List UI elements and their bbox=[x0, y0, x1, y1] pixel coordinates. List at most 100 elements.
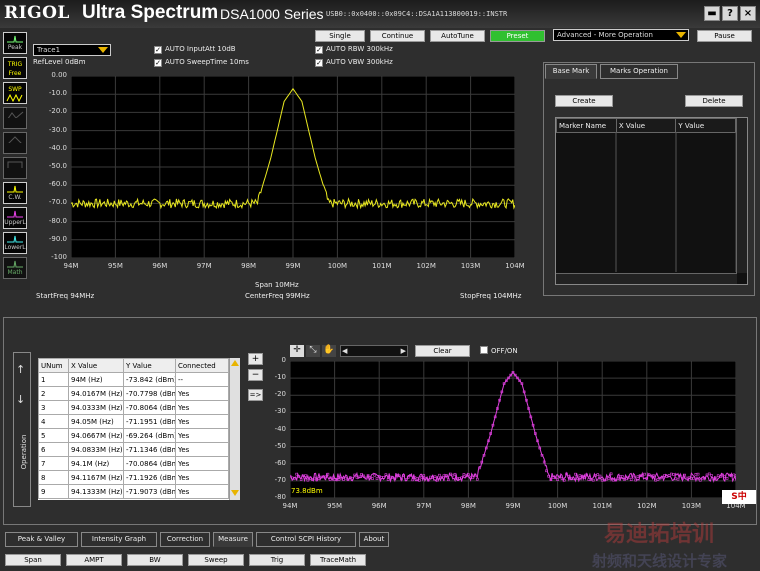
help-button[interactable]: ? bbox=[722, 6, 738, 21]
table-cell[interactable]: 94M (Hz) bbox=[68, 372, 124, 387]
table-cell[interactable]: 94.1167M (Hz) bbox=[68, 470, 124, 485]
table-cell[interactable]: 94.1M (Hz) bbox=[68, 456, 124, 471]
operation-label[interactable]: Operation bbox=[20, 430, 28, 474]
tab-correction[interactable]: Correction bbox=[160, 532, 210, 547]
table-cell[interactable]: 1 bbox=[38, 372, 69, 387]
pf-point-table[interactable]: UNum X Value Y Value Connected 1 94M (Hz) -73… bbox=[38, 358, 240, 500]
marker-table[interactable]: Marker Name X Value Y Value bbox=[555, 117, 748, 285]
scroll-down-icon[interactable] bbox=[231, 490, 239, 496]
minimize-button[interactable]: ▬ bbox=[704, 6, 720, 21]
softkey-bw[interactable]: BW bbox=[127, 554, 183, 566]
table-row[interactable]: 294.0167M (Hz)-70.7798 (dBm)Yes bbox=[38, 386, 229, 401]
clear-button[interactable]: Clear bbox=[415, 345, 470, 357]
table-cell[interactable]: 6 bbox=[38, 442, 69, 457]
table-cell[interactable]: 9 bbox=[38, 484, 69, 499]
auto-rbw-checkbox[interactable]: ✓ AUTO RBW 300kHz bbox=[315, 45, 393, 54]
column-header[interactable]: X Value bbox=[68, 358, 124, 373]
table-row[interactable]: 794.1M (Hz)-70.0864 (dBm)Yes bbox=[38, 456, 229, 471]
table-cell[interactable]: 5 bbox=[38, 428, 69, 443]
marker-table-hscrollbar[interactable] bbox=[556, 273, 737, 284]
move-up-icon[interactable]: ↑ bbox=[16, 363, 25, 376]
pan-hand-icon[interactable]: ✋ bbox=[322, 345, 336, 357]
table-cell[interactable]: -73.842 (dBm) bbox=[123, 372, 176, 387]
table-row[interactable]: 894.1167M (Hz)-71.1926 (dBm)Yes bbox=[38, 470, 229, 485]
pf-table-scrollbar[interactable] bbox=[229, 358, 240, 500]
tab-marks-operation[interactable]: Marks Operation bbox=[600, 64, 678, 79]
table-cell[interactable]: 94.1333M (Hz) bbox=[68, 484, 124, 499]
table-cell[interactable]: -70.8064 (dBm) bbox=[123, 400, 176, 415]
table-cell[interactable]: -71.9073 (dBm) bbox=[123, 484, 176, 499]
continue-button[interactable]: Continue bbox=[370, 30, 425, 42]
tab-base-mark[interactable]: Base Mark bbox=[545, 64, 597, 79]
table-cell[interactable]: 94.0333M (Hz) bbox=[68, 400, 124, 415]
auto-input-att-checkbox[interactable]: ✓ AUTO InputAtt 10dB bbox=[154, 45, 236, 54]
softkey-ampt[interactable]: AMPT bbox=[66, 554, 122, 566]
table-cell[interactable]: -70.7798 (dBm) bbox=[123, 386, 176, 401]
autotune-button[interactable]: AutoTune bbox=[430, 30, 485, 42]
table-cell[interactable]: Yes bbox=[175, 414, 229, 429]
table-cell[interactable]: Yes bbox=[175, 442, 229, 457]
table-cell[interactable]: 94.0167M (Hz) bbox=[68, 386, 124, 401]
table-row[interactable]: 494.05M (Hz)-71.1951 (dBm)Yes bbox=[38, 414, 229, 429]
column-header[interactable]: Connected bbox=[175, 358, 229, 373]
table-cell[interactable]: -- bbox=[175, 372, 229, 387]
column-header[interactable]: Marker Name bbox=[556, 118, 617, 133]
table-cell[interactable]: 3 bbox=[38, 400, 69, 415]
trig-free-icon[interactable]: TRIG Free bbox=[3, 57, 27, 79]
scroll-up-icon[interactable] bbox=[231, 360, 239, 366]
table-cell[interactable]: 94.0667M (Hz) bbox=[68, 428, 124, 443]
table-cell[interactable]: -70.0864 (dBm) bbox=[123, 456, 176, 471]
scroll-right-icon[interactable]: ▶ bbox=[401, 347, 406, 355]
table-cell[interactable]: 2 bbox=[38, 386, 69, 401]
tab-control-scpi-history[interactable]: Control SCPI History bbox=[256, 532, 356, 547]
advanced-operation-select[interactable]: Advanced - More Operation bbox=[553, 29, 689, 41]
table-cell[interactable]: -69.264 (dBm) bbox=[123, 428, 176, 443]
cw-icon[interactable]: C.W. bbox=[3, 182, 27, 204]
tab-intensity-graph[interactable]: Intensity Graph bbox=[81, 532, 157, 547]
preset-button[interactable]: Preset bbox=[490, 30, 545, 42]
auto-sweep-time-checkbox[interactable]: ✓ AUTO SweepTime 10ms bbox=[154, 58, 249, 67]
table-cell[interactable]: -71.1951 (dBm) bbox=[123, 414, 176, 429]
table-cell[interactable]: Yes bbox=[175, 428, 229, 443]
upper-limit-icon[interactable]: UpperL bbox=[3, 207, 27, 229]
table-cell[interactable]: 4 bbox=[38, 414, 69, 429]
peak-icon[interactable]: Peak bbox=[3, 32, 27, 54]
table-row[interactable]: 694.0833M (Hz)-71.1346 (dBm)Yes bbox=[38, 442, 229, 457]
create-marker-button[interactable]: Create bbox=[555, 95, 613, 107]
table-cell[interactable]: Yes bbox=[175, 456, 229, 471]
pause-button[interactable]: Pause bbox=[697, 30, 752, 42]
softkey-sweep[interactable]: Sweep bbox=[188, 554, 244, 566]
column-header[interactable]: Y Value bbox=[675, 118, 736, 133]
table-row[interactable]: 1 94M (Hz) -73.842 (dBm) -- bbox=[38, 372, 229, 387]
table-cell[interactable]: Yes bbox=[175, 484, 229, 499]
math-icon[interactable]: Math bbox=[3, 257, 27, 279]
column-header[interactable]: X Value bbox=[615, 118, 677, 133]
column-header[interactable]: Y Value bbox=[123, 358, 176, 373]
tab-peak-valley[interactable]: Peak & Valley bbox=[5, 532, 78, 547]
softkey-trig[interactable]: Trig bbox=[249, 554, 305, 566]
sweep-icon[interactable]: SWP bbox=[3, 82, 27, 104]
scroll-left-icon[interactable]: ◀ bbox=[342, 347, 347, 355]
softkey-span[interactable]: Span bbox=[5, 554, 61, 566]
table-cell[interactable]: 94.05M (Hz) bbox=[68, 414, 124, 429]
tab-measure[interactable]: Measure bbox=[213, 532, 253, 547]
lower-limit-icon[interactable]: LowerL bbox=[3, 232, 27, 254]
table-cell[interactable]: -71.1926 (dBm) bbox=[123, 470, 176, 485]
display-icon[interactable] bbox=[3, 157, 27, 179]
tab-about[interactable]: About bbox=[359, 532, 389, 547]
trace-select[interactable]: Trace1 bbox=[33, 44, 111, 56]
crosshair-icon[interactable]: ✛ bbox=[290, 345, 304, 357]
table-row[interactable]: 994.1333M (Hz)-71.9073 (dBm)Yes bbox=[38, 484, 229, 499]
delete-marker-button[interactable]: Delete bbox=[685, 95, 743, 107]
auto-vbw-checkbox[interactable]: ✓ AUTO VBW 300kHz bbox=[315, 58, 393, 67]
table-cell[interactable]: Yes bbox=[175, 470, 229, 485]
table-cell[interactable]: Yes bbox=[175, 400, 229, 415]
table-cell[interactable]: 94.0833M (Hz) bbox=[68, 442, 124, 457]
single-button[interactable]: Single bbox=[315, 30, 365, 42]
table-row[interactable]: 394.0333M (Hz)-70.8064 (dBm)Yes bbox=[38, 400, 229, 415]
column-header[interactable]: UNum bbox=[38, 358, 69, 373]
main-spectrum-plot[interactable] bbox=[71, 76, 515, 258]
pf-plot[interactable] bbox=[290, 361, 736, 498]
pf-off-on-checkbox[interactable]: OFF/ON bbox=[480, 346, 518, 355]
marker-table-scrollbar[interactable] bbox=[736, 118, 747, 273]
